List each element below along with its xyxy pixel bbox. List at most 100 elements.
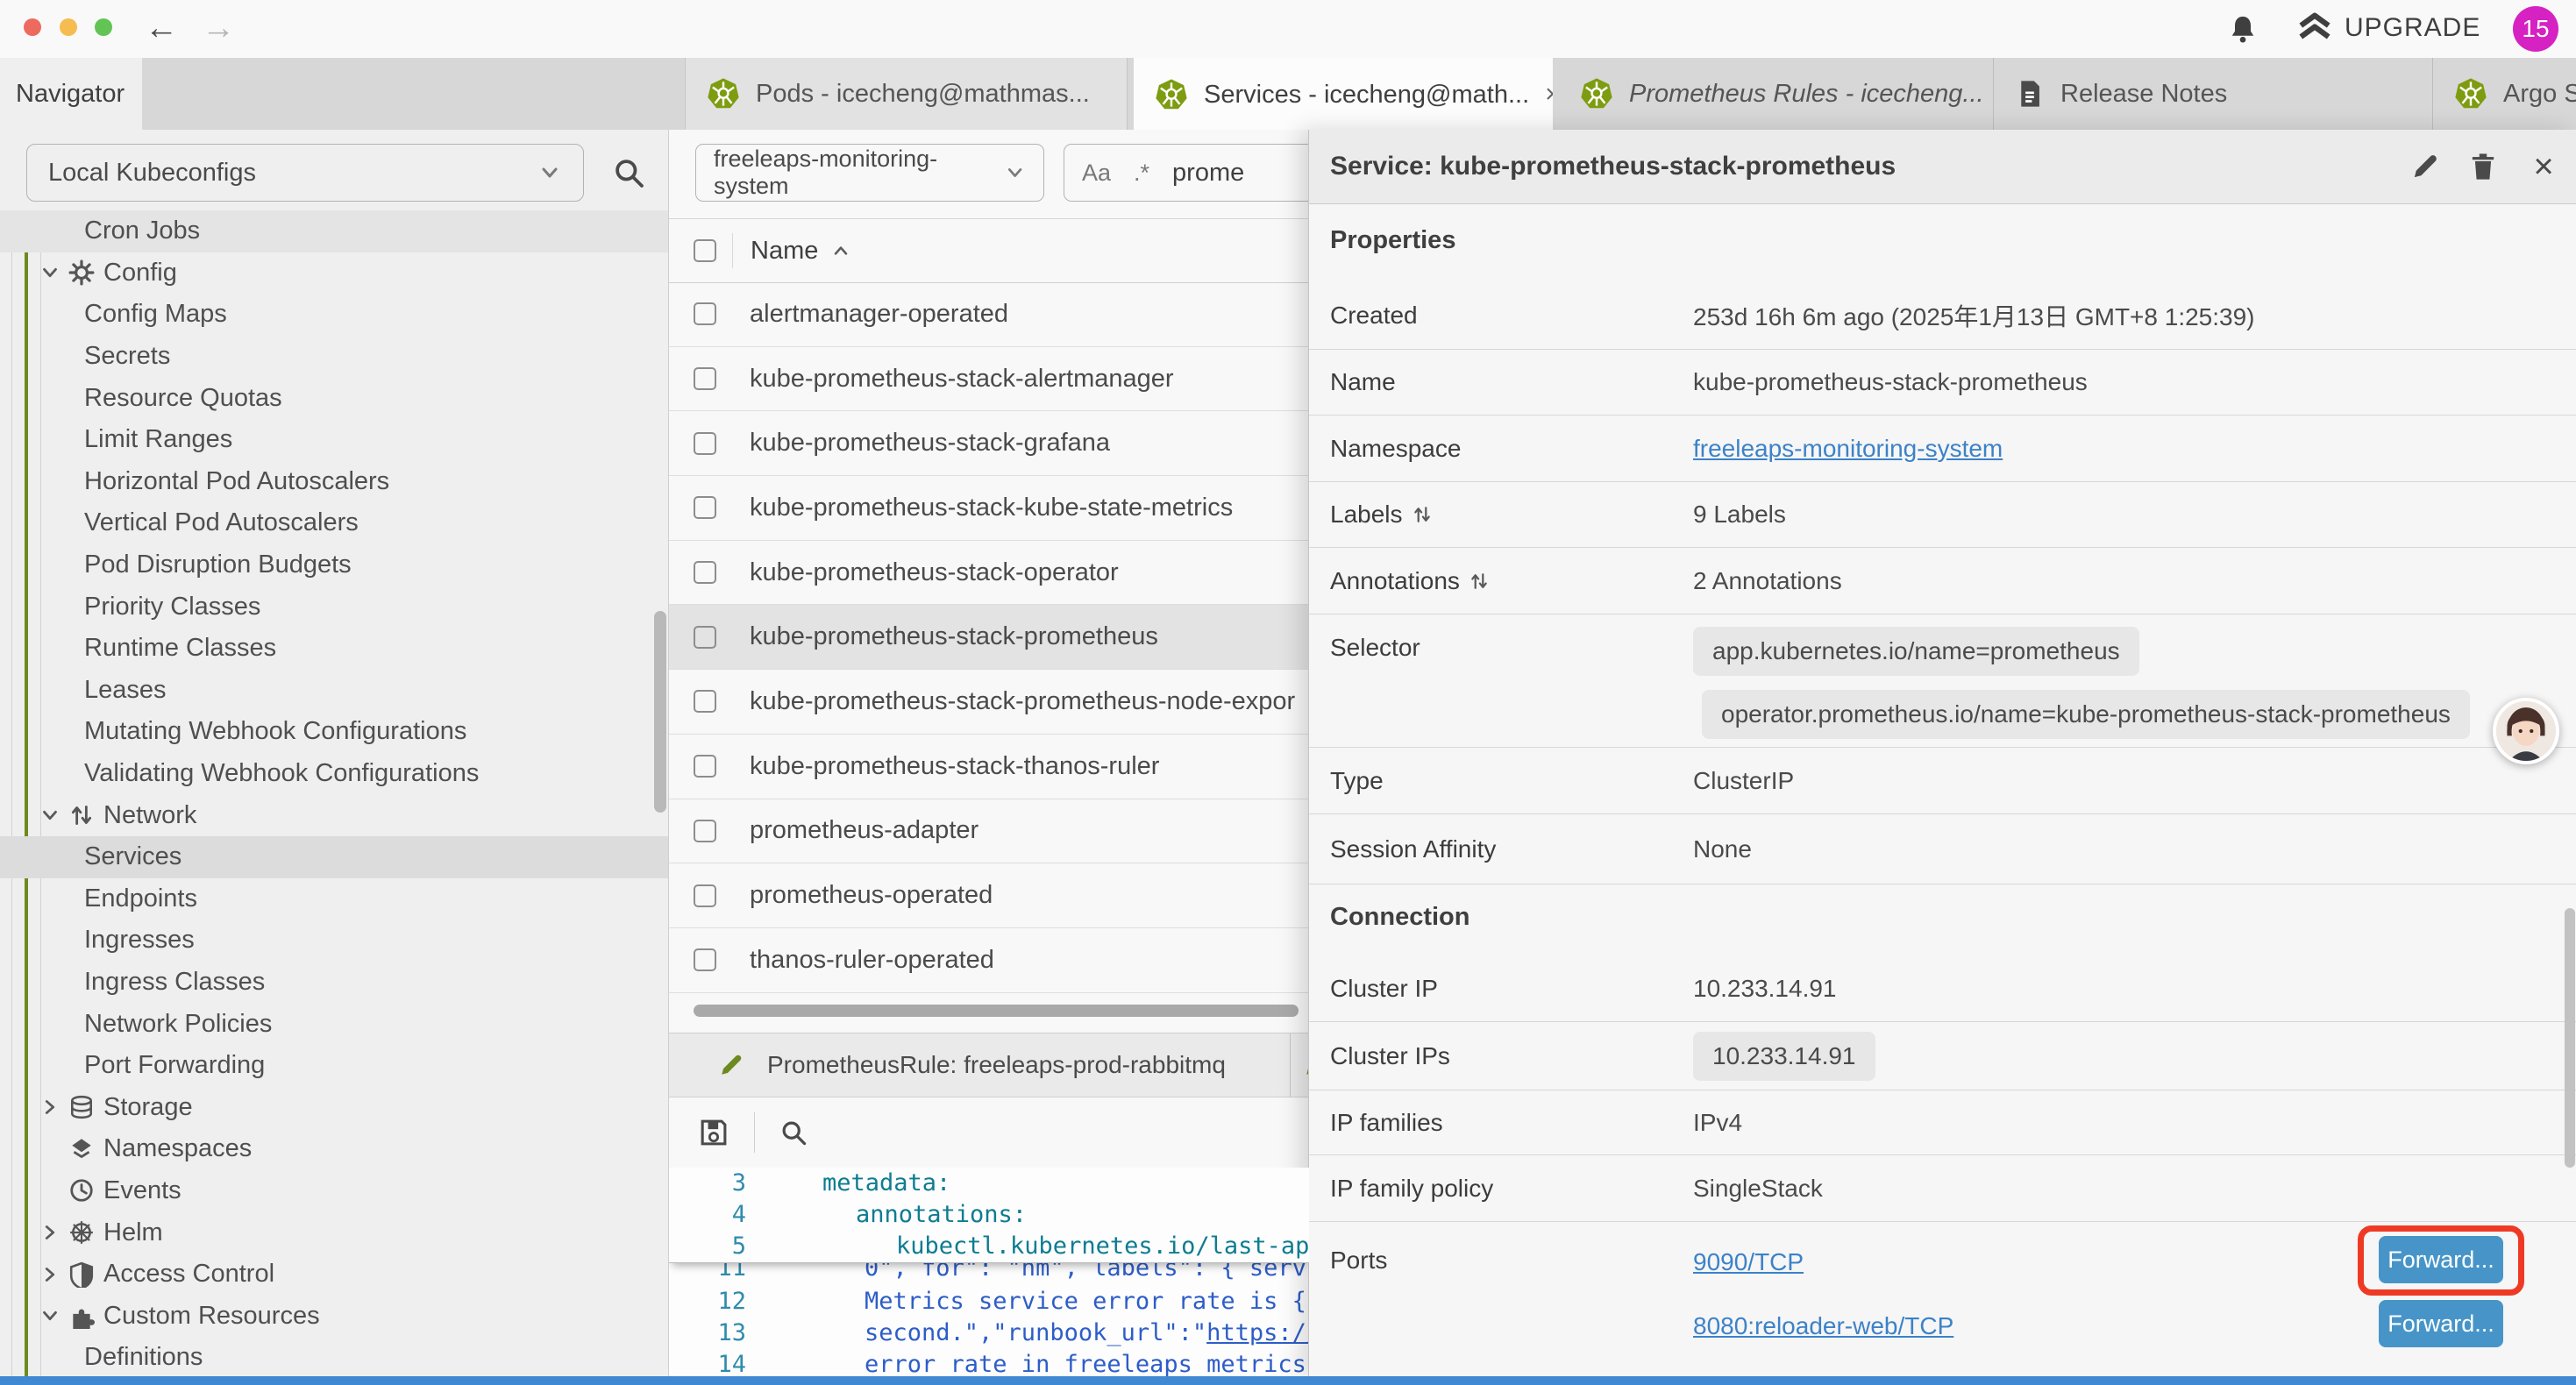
delete-trash-icon[interactable]	[2468, 152, 2498, 181]
row-checkbox[interactable]	[694, 884, 716, 907]
chevron-icon[interactable]	[39, 678, 61, 701]
sidebar-scrollbar[interactable]	[654, 611, 666, 813]
table-row[interactable]: kube-prometheus-stack-operator	[669, 541, 1309, 606]
sidebar-item[interactable]: Network	[0, 794, 668, 836]
table-row[interactable]: kube-prometheus-stack-alertmanager	[669, 347, 1309, 412]
chevron-icon[interactable]	[39, 1096, 61, 1119]
close-panel-icon[interactable]: ×	[2526, 146, 2561, 175]
sidebar-item[interactable]: Definitions	[0, 1337, 668, 1379]
row-checkbox[interactable]	[694, 561, 716, 584]
port-8080-link[interactable]: 8080:reloader-web/TCP	[1693, 1312, 1953, 1340]
chevron-icon[interactable]	[39, 721, 61, 743]
sidebar-item[interactable]: Namespaces	[0, 1128, 668, 1170]
sidebar-item[interactable]: Validating Webhook Configurations	[0, 753, 668, 795]
notifications-bell-icon[interactable]	[2227, 13, 2259, 45]
tab-argo[interactable]: Argo Se	[2432, 58, 2576, 130]
horizontal-scrollbar[interactable]	[694, 1005, 1299, 1017]
forward-port-button[interactable]: Forward...	[2379, 1300, 2503, 1347]
runbook-url-link[interactable]: https://net	[1206, 1318, 1309, 1349]
chevron-icon[interactable]	[39, 1138, 61, 1161]
close-window-button[interactable]	[24, 18, 41, 36]
sidebar-item[interactable]: Leases	[0, 670, 668, 712]
select-all-checkbox[interactable]	[694, 239, 716, 262]
sidebar-item[interactable]: Cron Jobs	[0, 210, 668, 252]
chevron-icon[interactable]	[39, 1055, 61, 1077]
sidebar-item[interactable]: Ingresses	[0, 920, 668, 962]
row-checkbox[interactable]	[694, 367, 716, 390]
tab-services[interactable]: Services - icecheng@math... ×	[1134, 58, 1553, 131]
sidebar-item[interactable]: Priority Classes	[0, 586, 668, 628]
row-checkbox[interactable]	[694, 496, 716, 519]
row-checkbox[interactable]	[694, 432, 716, 455]
chevron-icon[interactable]	[39, 637, 61, 660]
row-checkbox[interactable]	[694, 690, 716, 713]
chevron-icon[interactable]	[39, 1179, 61, 1202]
chevron-icon[interactable]	[39, 261, 61, 284]
close-tab-icon[interactable]: ×	[1545, 80, 1553, 110]
sidebar-item[interactable]: Access Control	[0, 1254, 668, 1296]
chevron-icon[interactable]	[39, 846, 61, 869]
forward-button[interactable]: →	[202, 7, 235, 49]
chevron-icon[interactable]	[39, 804, 61, 827]
detail-scrollbar[interactable]	[2565, 908, 2575, 1168]
yaml-editor[interactable]: 3metadata: 4annotations: 5kubectl.kubern…	[669, 1168, 1309, 1378]
chevron-icon[interactable]	[39, 387, 61, 409]
chevron-icon[interactable]	[39, 1221, 61, 1244]
sidebar-item[interactable]: Resource Quotas	[0, 377, 668, 419]
sidebar-item[interactable]: Custom Resources	[0, 1295, 668, 1337]
assistant-avatar[interactable]	[2493, 698, 2559, 764]
minimize-window-button[interactable]	[60, 18, 77, 36]
chevron-icon[interactable]	[39, 303, 61, 326]
port-9090-link[interactable]: 9090/TCP	[1693, 1248, 1804, 1276]
chevron-icon[interactable]	[39, 1304, 61, 1327]
table-row[interactable]: prometheus-adapter	[669, 799, 1309, 864]
chevron-icon[interactable]	[39, 595, 61, 618]
sidebar-item[interactable]: Limit Ranges	[0, 419, 668, 461]
chevron-icon[interactable]	[39, 345, 61, 368]
expand-annotations-icon[interactable]	[1469, 571, 1490, 592]
table-row[interactable]: prometheus-operated	[669, 863, 1309, 928]
namespace-link[interactable]: freeleaps-monitoring-system	[1693, 435, 2003, 463]
table-row[interactable]: kube-prometheus-stack-thanos-ruler	[669, 735, 1309, 799]
row-checkbox[interactable]	[694, 948, 716, 971]
sidebar-item[interactable]: Services	[0, 836, 668, 878]
table-row[interactable]: alertmanager-operated	[669, 282, 1309, 347]
chevron-icon[interactable]	[39, 1346, 61, 1369]
chevron-icon[interactable]	[39, 1012, 61, 1035]
sidebar-item[interactable]: Pod Disruption Budgets	[0, 544, 668, 586]
sidebar-item[interactable]: Config	[0, 252, 668, 295]
match-case-icon[interactable]: Aa	[1082, 160, 1111, 187]
name-column-header[interactable]: Name	[751, 237, 818, 266]
editor-tab-partial[interactable]	[1291, 1033, 1309, 1097]
sidebar-item[interactable]: Network Policies	[0, 1003, 668, 1045]
table-row[interactable]: thanos-ruler-operated	[669, 928, 1309, 993]
row-checkbox[interactable]	[694, 755, 716, 778]
edit-icon[interactable]	[2410, 152, 2440, 181]
sidebar-item[interactable]: Ingress Classes	[0, 962, 668, 1004]
expand-labels-icon[interactable]	[1412, 504, 1433, 525]
sidebar-item[interactable]: Secrets	[0, 336, 668, 378]
sidebar-item[interactable]: Config Maps	[0, 294, 668, 336]
sidebar-item[interactable]: Storage	[0, 1086, 668, 1128]
sidebar-item[interactable]: Helm	[0, 1211, 668, 1254]
notification-count-badge[interactable]: 15	[2513, 6, 2558, 52]
table-row[interactable]: kube-prometheus-stack-kube-state-metrics	[669, 476, 1309, 541]
sidebar-item[interactable]: Vertical Pod Autoscalers	[0, 502, 668, 544]
chevron-icon[interactable]	[39, 429, 61, 451]
regex-icon[interactable]: .*	[1134, 160, 1149, 187]
chevron-icon[interactable]	[39, 763, 61, 785]
chevron-icon[interactable]	[39, 470, 61, 493]
back-button[interactable]: ←	[145, 7, 178, 49]
tab-pods[interactable]: Pods - icecheng@mathmas...	[685, 58, 1128, 130]
row-checkbox[interactable]	[694, 820, 716, 842]
row-checkbox[interactable]	[694, 626, 716, 649]
maximize-window-button[interactable]	[95, 18, 112, 36]
kubeconfig-dropdown[interactable]: Local Kubeconfigs	[26, 144, 584, 202]
upgrade-button[interactable]: UPGRADE	[2297, 11, 2480, 46]
chevron-icon[interactable]	[39, 1263, 61, 1286]
chevron-icon[interactable]	[39, 554, 61, 577]
row-checkbox[interactable]	[694, 302, 716, 325]
chevron-icon[interactable]	[39, 929, 61, 952]
tab-prometheus-rules[interactable]: Prometheus Rules - icecheng...	[1559, 58, 1992, 130]
table-row[interactable]: kube-prometheus-stack-prometheus-node-ex…	[669, 670, 1309, 735]
